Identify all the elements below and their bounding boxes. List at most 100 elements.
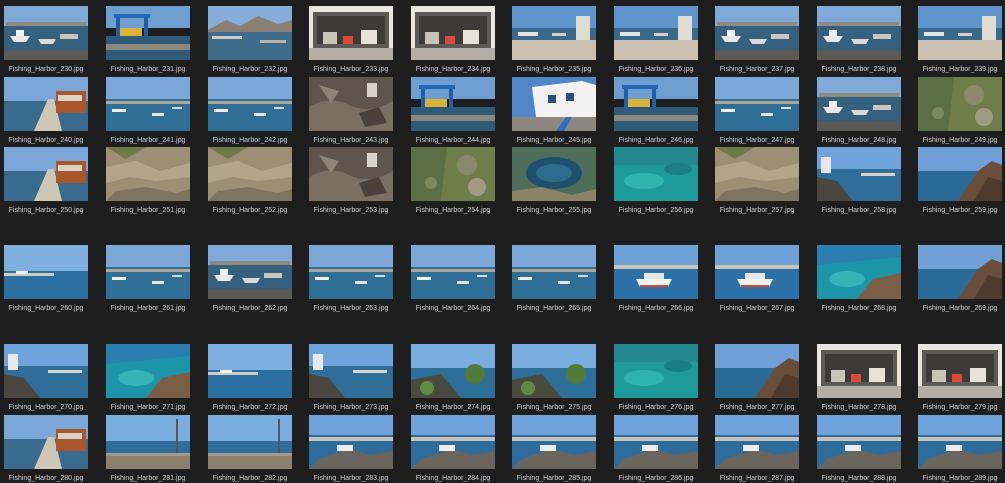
thumbnail-filename: Fishing_Harbor_261.jpg [110,305,186,312]
thumbnail-image[interactable] [817,415,901,469]
thumbnail-image[interactable] [4,415,88,469]
thumbnail-image[interactable] [715,344,799,398]
thumbnail-image[interactable] [512,77,596,131]
thumbnail-filename: Fishing_Harbor_238.jpg [821,66,897,73]
thumbnail-filename: Fishing_Harbor_231.jpg [110,66,186,73]
thumbnail-image[interactable] [309,147,393,201]
thumbnail-image[interactable] [4,6,88,60]
thumbnail-filename: Fishing_Harbor_251.jpg [110,207,186,214]
thumbnail-image[interactable] [106,344,190,398]
thumbnail-filename: Fishing_Harbor_267.jpg [719,305,795,312]
thumbnail-image[interactable] [614,147,698,201]
thumbnail-image[interactable] [106,147,190,201]
thumbnail-filename: Fishing_Harbor_270.jpg [8,404,84,411]
thumbnail-image[interactable] [106,77,190,131]
thumbnail-filename: Fishing_Harbor_257.jpg [719,207,795,214]
thumbnail-image[interactable] [918,77,1002,131]
thumbnail-image[interactable] [512,6,596,60]
thumbnail-filename: Fishing_Harbor_246.jpg [618,137,694,144]
thumbnail-filename: Fishing_Harbor_247.jpg [719,137,795,144]
thumbnail-filename: Fishing_Harbor_274.jpg [415,404,491,411]
thumbnail-image[interactable] [208,415,292,469]
thumbnail-image[interactable] [4,147,88,201]
thumbnail-image[interactable] [614,415,698,469]
thumbnail-filename: Fishing_Harbor_254.jpg [415,207,491,214]
thumbnail-filename: Fishing_Harbor_264.jpg [415,305,491,312]
thumbnail-image[interactable] [918,344,1002,398]
thumbnail-filename: Fishing_Harbor_269.jpg [922,305,998,312]
thumbnail-image[interactable] [817,147,901,201]
thumbnail-filename: Fishing_Harbor_236.jpg [618,66,694,73]
thumbnail-image[interactable] [614,344,698,398]
thumbnail-filename: Fishing_Harbor_230.jpg [8,66,84,73]
thumbnail-image[interactable] [817,344,901,398]
thumbnail-filename: Fishing_Harbor_256.jpg [618,207,694,214]
thumbnail-filename: Fishing_Harbor_248.jpg [821,137,897,144]
thumbnail-image[interactable] [512,344,596,398]
thumbnail-image[interactable] [309,245,393,299]
thumbnail-image[interactable] [817,6,901,60]
thumbnail-filename: Fishing_Harbor_259.jpg [922,207,998,214]
thumbnail-image[interactable] [4,344,88,398]
thumbnail-image[interactable] [411,147,495,201]
thumbnail-filename: Fishing_Harbor_239.jpg [922,66,998,73]
thumbnail-image[interactable] [512,147,596,201]
thumbnail-image[interactable] [411,245,495,299]
thumbnail-image[interactable] [715,147,799,201]
thumbnail-image[interactable] [208,6,292,60]
thumbnail-filename: Fishing_Harbor_242.jpg [212,137,288,144]
thumbnail-image[interactable] [614,77,698,131]
thumbnail-filename: Fishing_Harbor_252.jpg [212,207,288,214]
thumbnail-image[interactable] [106,6,190,60]
thumbnail-image[interactable] [715,245,799,299]
thumbnail-filename: Fishing_Harbor_255.jpg [516,207,592,214]
thumbnail-image[interactable] [512,245,596,299]
thumbnail-image[interactable] [411,344,495,398]
thumbnail-filename: Fishing_Harbor_250.jpg [8,207,84,214]
thumbnail-image[interactable] [918,147,1002,201]
thumbnail-image[interactable] [208,245,292,299]
thumbnail-image[interactable] [817,245,901,299]
thumbnail-image[interactable] [4,245,88,299]
thumbnail-filename: Fishing_Harbor_273.jpg [313,404,389,411]
thumbnail-grid: Fishing_Harbor_230.jpg Fishing_Harbor_231… [0,0,1005,482]
thumbnail-image[interactable] [715,415,799,469]
thumbnail-image[interactable] [614,6,698,60]
thumbnail-image[interactable] [411,77,495,131]
thumbnail-image[interactable] [715,6,799,60]
thumbnail-filename: Fishing_Harbor_253.jpg [313,207,389,214]
thumbnail-filename: Fishing_Harbor_240.jpg [8,137,84,144]
thumbnail-filename: Fishing_Harbor_235.jpg [516,66,592,73]
thumbnail-image[interactable] [918,6,1002,60]
thumbnail-image[interactable] [106,415,190,469]
thumbnail-filename: Fishing_Harbor_249.jpg [922,137,998,144]
thumbnail-image[interactable] [309,344,393,398]
thumbnail-image[interactable] [208,147,292,201]
thumbnail-filename: Fishing_Harbor_260.jpg [8,305,84,312]
thumbnail-image[interactable] [918,415,1002,469]
thumbnail-filename: Fishing_Harbor_279.jpg [922,404,998,411]
thumbnail-filename: Fishing_Harbor_272.jpg [212,404,288,411]
thumbnail-image[interactable] [512,415,596,469]
thumbnail-image[interactable] [411,6,495,60]
thumbnail-image[interactable] [309,6,393,60]
thumbnail-filename: Fishing_Harbor_237.jpg [719,66,795,73]
thumbnail-image[interactable] [715,77,799,131]
thumbnail-filename: Fishing_Harbor_243.jpg [313,137,389,144]
thumbnail-image[interactable] [208,77,292,131]
thumbnail-image[interactable] [4,77,88,131]
thumbnail-image[interactable] [918,245,1002,299]
thumbnail-image[interactable] [106,245,190,299]
thumbnail-image[interactable] [614,245,698,299]
thumbnail-image[interactable] [309,415,393,469]
thumbnail-image[interactable] [411,415,495,469]
thumbnail-filename: Fishing_Harbor_263.jpg [313,305,389,312]
thumbnail-image[interactable] [817,77,901,131]
thumbnail-filename: Fishing_Harbor_233.jpg [313,66,389,73]
thumbnail-image[interactable] [309,77,393,131]
thumbnail-filename: Fishing_Harbor_278.jpg [821,404,897,411]
thumbnail-filename: Fishing_Harbor_277.jpg [719,404,795,411]
thumbnail-filename: Fishing_Harbor_262.jpg [212,305,288,312]
thumbnail-image[interactable] [208,344,292,398]
thumbnail-filename: Fishing_Harbor_266.jpg [618,305,694,312]
